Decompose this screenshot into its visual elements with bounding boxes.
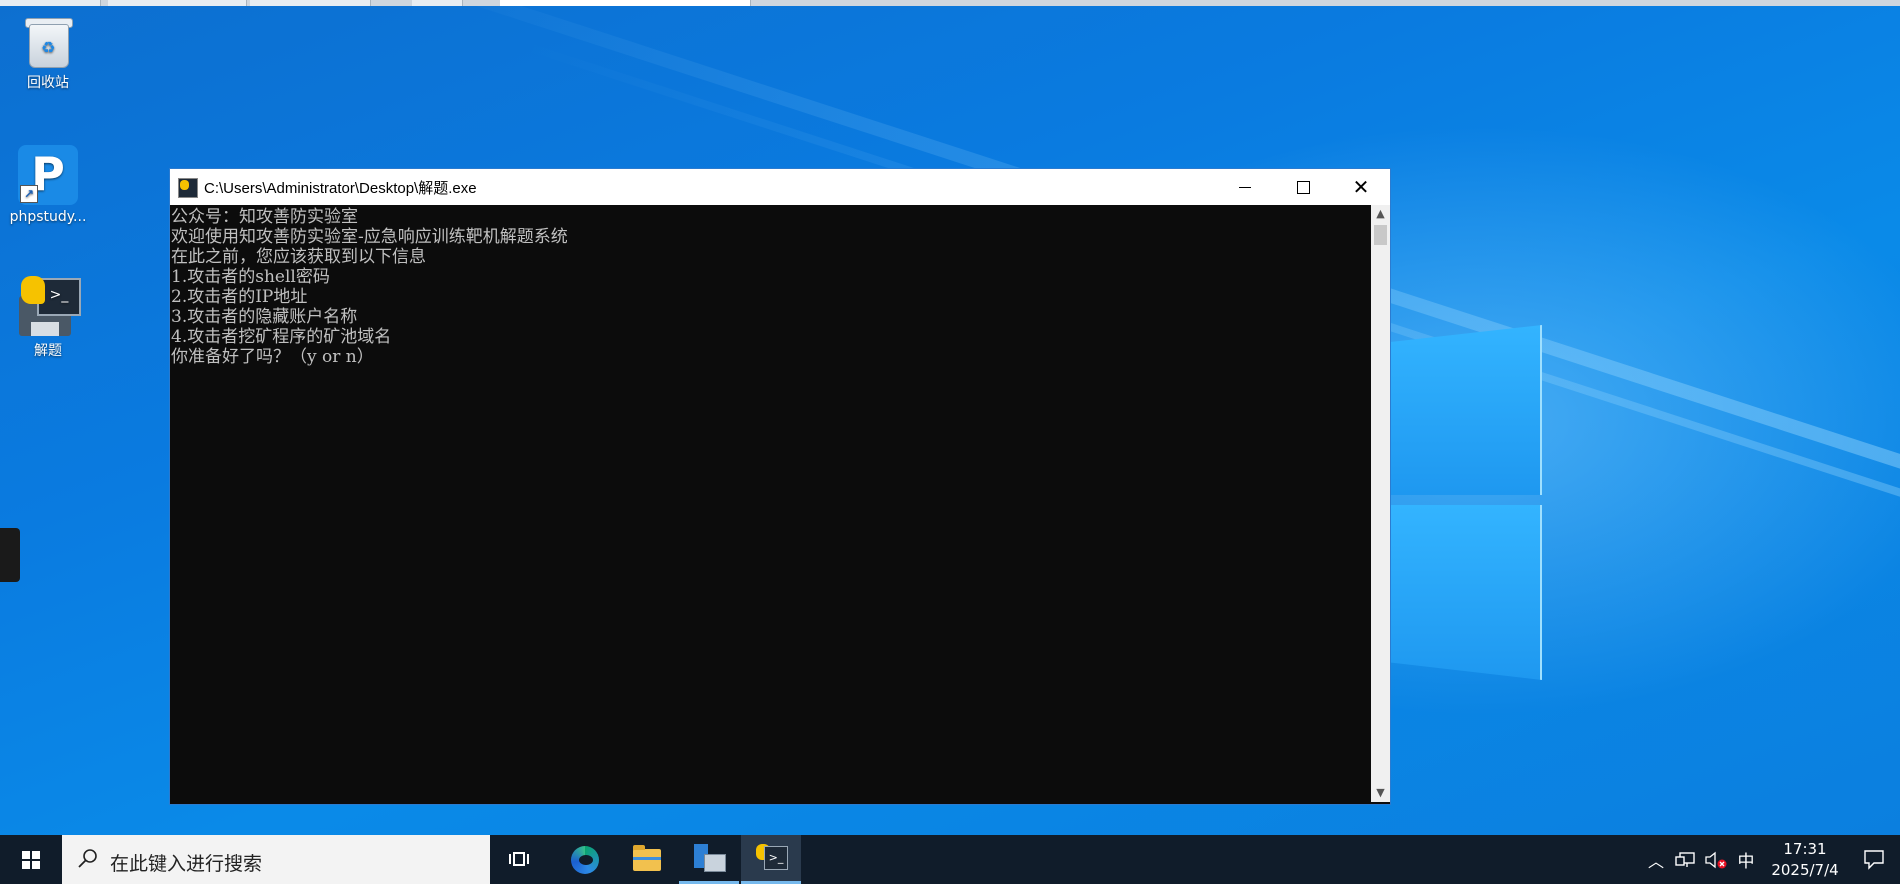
console-line: 1.攻击者的shell密码 <box>171 267 330 287</box>
top-tab[interactable] <box>250 0 371 6</box>
console-line: 4.攻击者挖矿程序的矿池域名 <box>171 327 392 347</box>
console-prompt: 你准备好了吗？（y or n） <box>171 347 374 367</box>
file-explorer-icon <box>633 844 661 871</box>
desktop-icon-phpstudy[interactable]: P ↗ phpstudy... <box>6 145 90 225</box>
python-exe-icon: >_ <box>19 276 81 336</box>
console-window: C:\Users\Administrator\Desktop\解题.exe ✕ … <box>169 168 1391 805</box>
search-placeholder: 在此键入进行搜索 <box>110 853 263 875</box>
shortcut-arrow-icon: ↗ <box>20 185 38 203</box>
taskbar: 在此键入进行搜索 >_ ︿ 中 17:31 2025/7/4 <box>0 835 1900 884</box>
window-titlebar[interactable]: C:\Users\Administrator\Desktop\解题.exe ✕ <box>170 169 1390 205</box>
console-line: 公众号：知攻善防实验室 <box>171 207 358 227</box>
console-line: 2.攻击者的IP地址 <box>171 287 308 307</box>
chevron-up-icon: ︿ <box>1647 851 1664 871</box>
search-icon <box>78 849 97 868</box>
top-tab[interactable] <box>412 0 463 6</box>
network-icon <box>1675 851 1695 867</box>
close-icon: ✕ <box>1352 175 1370 199</box>
scroll-down-icon[interactable]: ▼ <box>1371 784 1390 802</box>
maximize-icon <box>1296 180 1310 194</box>
clock-time: 17:31 <box>1783 840 1827 858</box>
taskbar-file-explorer[interactable] <box>617 835 677 884</box>
ime-indicator[interactable]: 中 <box>1733 835 1759 884</box>
desktop-icon-label: 回收站 <box>27 75 69 91</box>
volume-muted-icon <box>1705 851 1727 868</box>
scrollbar-thumb[interactable] <box>1374 225 1387 245</box>
console-line: 3.攻击者的隐藏账户名称 <box>171 307 358 327</box>
windows-logo-pane <box>1390 505 1542 680</box>
volume-button[interactable] <box>1703 835 1729 884</box>
python-console-icon: >_ <box>756 844 788 872</box>
console-line: 在此之前，您应该获取到以下信息 <box>171 247 426 267</box>
taskbar-python-console[interactable]: >_ <box>741 835 801 884</box>
top-tab-active[interactable] <box>500 0 751 6</box>
task-view-button[interactable] <box>490 835 550 884</box>
taskbar-clock[interactable]: 17:31 2025/7/4 <box>1760 839 1850 881</box>
recycle-bin-icon: ♻ <box>23 14 73 68</box>
taskbar-edge[interactable] <box>555 835 615 884</box>
top-tab[interactable] <box>0 0 101 6</box>
top-tab-strip <box>0 0 1900 6</box>
taskbar-search-box[interactable]: 在此键入进行搜索 <box>62 835 490 884</box>
side-panel-handle[interactable] <box>0 528 20 582</box>
desktop-icon-recycle-bin[interactable]: ♻ 回收站 <box>6 14 90 92</box>
top-tab[interactable] <box>108 0 247 6</box>
console-output[interactable]: 公众号：知攻善防实验室 欢迎使用知攻善防实验室-应急响应训练靶机解题系统 在此之… <box>171 205 1371 802</box>
task-view-icon <box>509 850 531 870</box>
server-manager-icon <box>694 844 726 872</box>
windows-logo-pane <box>1390 325 1542 495</box>
window-title: C:\Users\Administrator\Desktop\解题.exe <box>204 180 477 197</box>
windows-logo-icon <box>22 850 40 869</box>
show-hidden-icons-button[interactable]: ︿ <box>1645 835 1667 884</box>
console-line: 欢迎使用知攻善防实验室-应急响应训练靶机解题系统 <box>171 227 568 247</box>
desktop-icon-label: phpstudy... <box>9 209 87 225</box>
notification-center-icon[interactable] <box>1862 847 1886 871</box>
python-console-icon[interactable] <box>178 178 198 198</box>
desktop-icon-label: 解题 <box>34 343 62 359</box>
network-button[interactable] <box>1673 835 1699 884</box>
minimize-icon <box>1239 186 1251 188</box>
scroll-up-icon[interactable]: ▲ <box>1371 205 1390 223</box>
taskbar-server-manager[interactable] <box>679 835 739 884</box>
minimize-button[interactable] <box>1216 169 1274 205</box>
close-button[interactable]: ✕ <box>1332 169 1390 205</box>
maximize-button[interactable] <box>1274 169 1332 205</box>
desktop-icon-jieti[interactable]: >_ 解题 <box>6 276 90 360</box>
phpstudy-icon: P ↗ <box>18 145 78 205</box>
edge-icon <box>571 845 599 874</box>
start-button[interactable] <box>0 835 62 884</box>
vertical-scrollbar[interactable]: ▲ ▼ <box>1371 205 1390 802</box>
clock-date: 2025/7/4 <box>1771 861 1839 879</box>
